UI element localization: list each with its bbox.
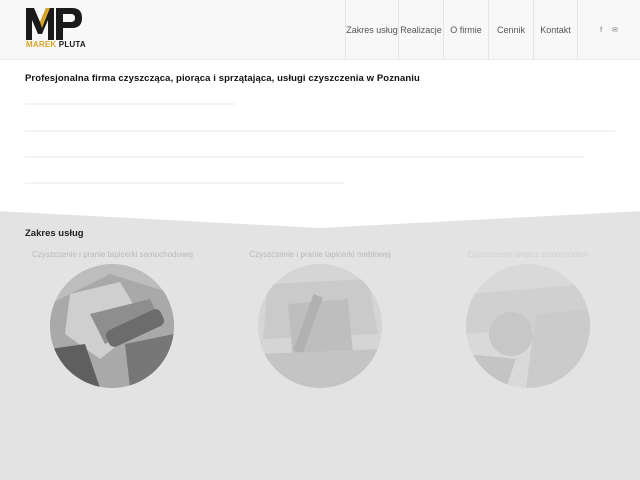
service-label[interactable]: Czyszczenie i pranie tapicerki meblowej xyxy=(240,250,400,259)
logo-mark-icon xyxy=(26,8,82,40)
service-image[interactable] xyxy=(50,264,174,388)
nav-item-o-firmie[interactable]: O firmie xyxy=(443,0,488,60)
car-interior-icon xyxy=(466,264,590,388)
logo-text: MAREK PLUTA xyxy=(26,40,86,49)
service-label[interactable]: Czyszczenie i pranie tapicerki samochodo… xyxy=(32,250,193,259)
logo-first-name: MAREK xyxy=(26,40,57,49)
furniture-cleaning-icon xyxy=(258,264,382,388)
faded-text-line xyxy=(25,130,615,132)
intro-heading: Profesjonalna firma czyszcząca, piorąca … xyxy=(25,73,420,84)
nav-item-zakres-uslug[interactable]: Zakres usług xyxy=(345,0,398,60)
car-seat-cleaning-icon xyxy=(50,264,174,388)
logo[interactable]: MAREK PLUTA xyxy=(26,8,86,50)
nav-item-realizacje[interactable]: Realizacje xyxy=(398,0,443,60)
faded-text-line xyxy=(25,182,345,184)
nav-item-cennik[interactable]: Cennik xyxy=(488,0,533,60)
faded-text-line xyxy=(25,156,585,158)
service-image[interactable] xyxy=(258,264,382,388)
intro-section: Profesjonalna firma czyszcząca, piorąca … xyxy=(0,60,640,228)
services-title: Zakres usług xyxy=(25,228,84,239)
service-card-car-interior[interactable]: Czyszczenie wnętrz samochodów xyxy=(448,250,608,388)
faded-text-line xyxy=(25,103,235,105)
service-label[interactable]: Czyszczenie wnętrz samochodów xyxy=(448,250,608,259)
service-image[interactable] xyxy=(466,264,590,388)
logo-last-name: PLUTA xyxy=(58,40,86,49)
main-nav: Zakres usług Realizacje O firmie Cennik … xyxy=(345,0,640,60)
service-card-furniture-upholstery[interactable]: Czyszczenie i pranie tapicerki meblowej xyxy=(240,250,400,388)
email-icon[interactable]: ✉ xyxy=(612,26,618,34)
service-card-car-upholstery[interactable]: Czyszczenie i pranie tapicerki samochodo… xyxy=(32,250,193,388)
nav-item-kontakt[interactable]: Kontakt xyxy=(533,0,577,60)
site-header: MAREK PLUTA Zakres usług Realizacje O fi… xyxy=(0,0,640,60)
facebook-icon[interactable]: f xyxy=(600,27,602,34)
social-links: f ✉ xyxy=(577,0,640,60)
